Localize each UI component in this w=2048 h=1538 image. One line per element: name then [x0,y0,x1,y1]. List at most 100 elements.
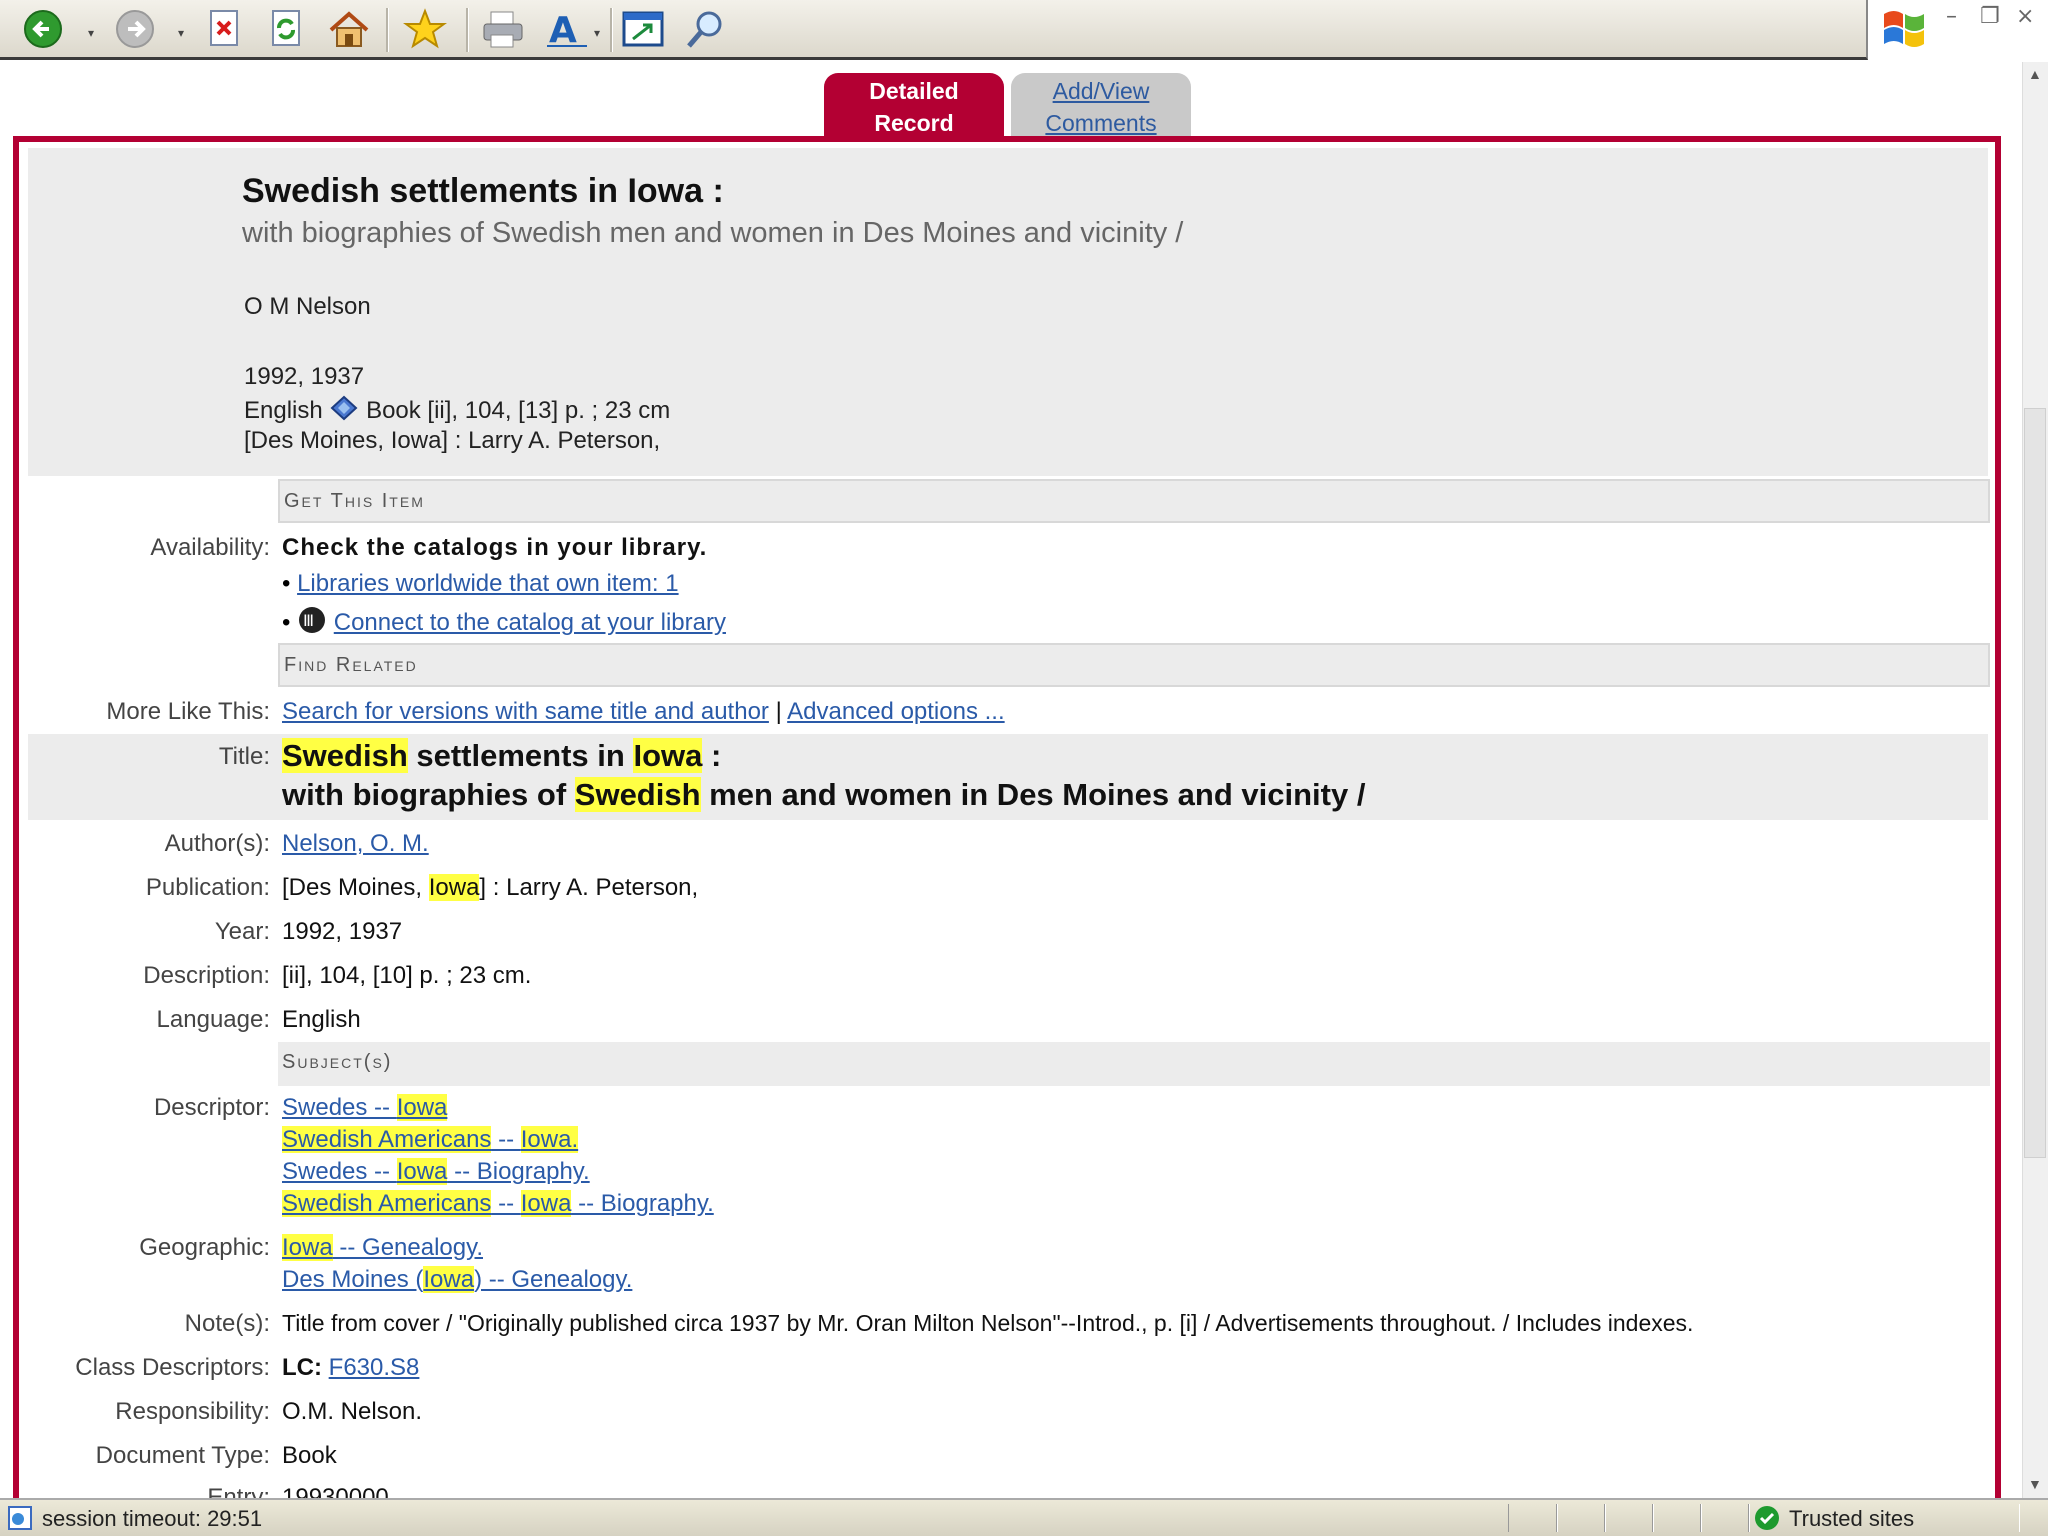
year-value: 1992, 1937 [282,918,403,945]
shield-check-icon [1753,1504,1781,1538]
highlight-term: Iowa [633,738,703,773]
scroll-down-icon[interactable]: ▼ [2028,1476,2042,1492]
description-label: Description: [143,962,270,989]
language-label: Language: [156,1006,270,1033]
record-subtitle: with biographies of Swedish men and wome… [242,217,1184,249]
minimize-button[interactable]: – [1946,4,1957,29]
subject-link[interactable]: Swedes -- Iowa [282,1094,448,1121]
section-get-this-item: Get This Item [278,479,1990,523]
status-text: session timeout: 29:51 [42,1506,263,1531]
subject-link[interactable]: Swedes -- Iowa -- Biography. [282,1158,590,1185]
record-author: O M Nelson [244,293,371,320]
link-separator: | [775,698,782,725]
stop-icon[interactable] [202,6,248,52]
page-icon [6,1505,34,1537]
highlight-term: Iowa [428,874,480,901]
record-publisher: [Des Moines, Iowa] : Larry A. Peterson, [244,427,661,454]
status-cell [1508,1504,1558,1532]
class-descriptor-link[interactable]: F630.S8 [329,1354,420,1381]
window-controls: – ❐ × [1870,0,2048,60]
status-cell [1700,1504,1750,1532]
worldcat-icon: Ⅲ [297,605,327,642]
book-icon [329,395,359,428]
status-cell [1652,1504,1702,1532]
more-like-this-label: More Like This: [106,698,270,725]
home-icon[interactable] [326,6,372,52]
description-value: [ii], 104, [10] p. ; 23 cm. [282,962,532,989]
print-icon[interactable] [480,6,526,52]
record-format: Book [ii], 104, [13] p. ; 23 cm [366,396,671,424]
security-zone[interactable]: Trusted sites [1748,1504,2020,1532]
list-item: • Ⅲ Connect to the catalog at your libra… [282,605,726,642]
font-size-icon[interactable]: A [544,6,590,52]
fit-page-icon[interactable] [620,6,666,52]
windows-logo-icon [1880,4,1926,53]
availability-label: Availability: [150,534,270,561]
geographic-link[interactable]: Iowa -- Genealogy. [282,1234,483,1261]
publication-text: [Des Moines, [282,874,429,901]
record-language: English [244,396,323,424]
record-language-format: English Book [ii], 104, [13] p. ; 23 cm [244,395,670,428]
availability-text: Check the catalogs in your library. [282,534,708,561]
geographic-link[interactable]: Des Moines (Iowa) -- Genealogy. [282,1266,632,1293]
author-label: Author(s): [164,830,270,857]
title-text: settlements in [407,738,634,773]
title-text: with biographies of [282,777,575,812]
section-subjects: Subject(s) [278,1042,1990,1086]
descriptor-label: Descriptor: [153,1094,270,1121]
favorites-icon[interactable] [402,6,448,52]
title-value-line1: Swedish settlements in Iowa : [282,738,721,774]
list-item: • Libraries worldwide that own item: 1 [282,570,679,597]
forward-dropdown-icon[interactable]: ▾ [178,26,184,40]
language-value: English [282,1006,361,1033]
back-icon[interactable] [20,6,66,52]
class-descriptors-value: LC: F630.S8 [282,1354,419,1382]
notes-label: Note(s): [184,1310,270,1337]
highlight-term: Swedish [574,777,701,812]
geographic-label: Geographic: [139,1234,270,1261]
status-bar: session timeout: 29:51 Trusted sites [0,1498,2048,1536]
scrollbar-thumb[interactable] [2024,408,2046,1158]
libraries-own-item-link[interactable]: Libraries worldwide that own item: 1 [297,570,679,597]
security-zone-label: Trusted sites [1789,1506,1915,1531]
document-type-label: Document Type: [95,1442,270,1469]
advanced-options-link[interactable]: Advanced options ... [787,698,1004,725]
subject-link[interactable]: Swedish Americans -- Iowa -- Biography. [282,1190,714,1217]
title-value-line2: with biographies of Swedish men and wome… [282,777,1365,813]
notes-value: Title from cover / "Originally published… [282,1310,1694,1336]
zoom-icon[interactable] [682,6,728,52]
more-like-this-links: Search for versions with same title and … [282,698,1005,726]
subject-link[interactable]: Swedish Americans -- Iowa. [282,1126,579,1153]
connect-catalog-link[interactable]: Connect to the catalog at your library [334,609,726,636]
status-cell [1604,1504,1654,1532]
publication-text: ] : Larry A. Peterson, [479,874,699,901]
class-descriptors-label: Class Descriptors: [75,1354,270,1381]
author-link[interactable]: Nelson, O. M. [282,830,429,857]
class-lc-label: LC: [282,1354,322,1381]
svg-text:A: A [549,10,577,50]
tab-detailed-line2: Record [874,110,954,136]
section-find-related: Find Related [278,643,1990,687]
back-dropdown-icon[interactable]: ▾ [88,26,94,40]
tab-comments-line2: Comments [1045,110,1157,136]
record-title: Swedish settlements in Iowa : [242,172,724,210]
tab-add-view-comments[interactable]: Add/View Comments [1011,73,1191,137]
year-label: Year: [214,918,270,945]
browser-toolbar: ▾ ▾ A ▾ [0,0,1868,60]
search-versions-link[interactable]: Search for versions with same title and … [282,698,769,725]
tab-comments-line1: Add/View [1052,78,1150,104]
refresh-icon[interactable] [264,6,310,52]
font-size-dropdown-icon[interactable]: ▾ [594,26,600,40]
forward-icon[interactable] [112,6,158,52]
publication-label: Publication: [145,874,270,901]
title-label: Title: [218,743,270,770]
scroll-up-icon[interactable]: ▲ [2028,66,2042,82]
status-cell [1556,1504,1606,1532]
publication-value: [Des Moines, Iowa] : Larry A. Peterson, [282,874,698,902]
restore-button[interactable]: ❐ [1980,4,2000,29]
close-button[interactable]: × [2016,4,2034,29]
tab-detailed-record[interactable]: Detailed Record [824,73,1004,137]
tab-detailed-line1: Detailed [869,78,959,104]
highlight-term: Swedish [282,738,408,773]
title-text: men and women in Des Moines and vicinity… [700,777,1366,812]
